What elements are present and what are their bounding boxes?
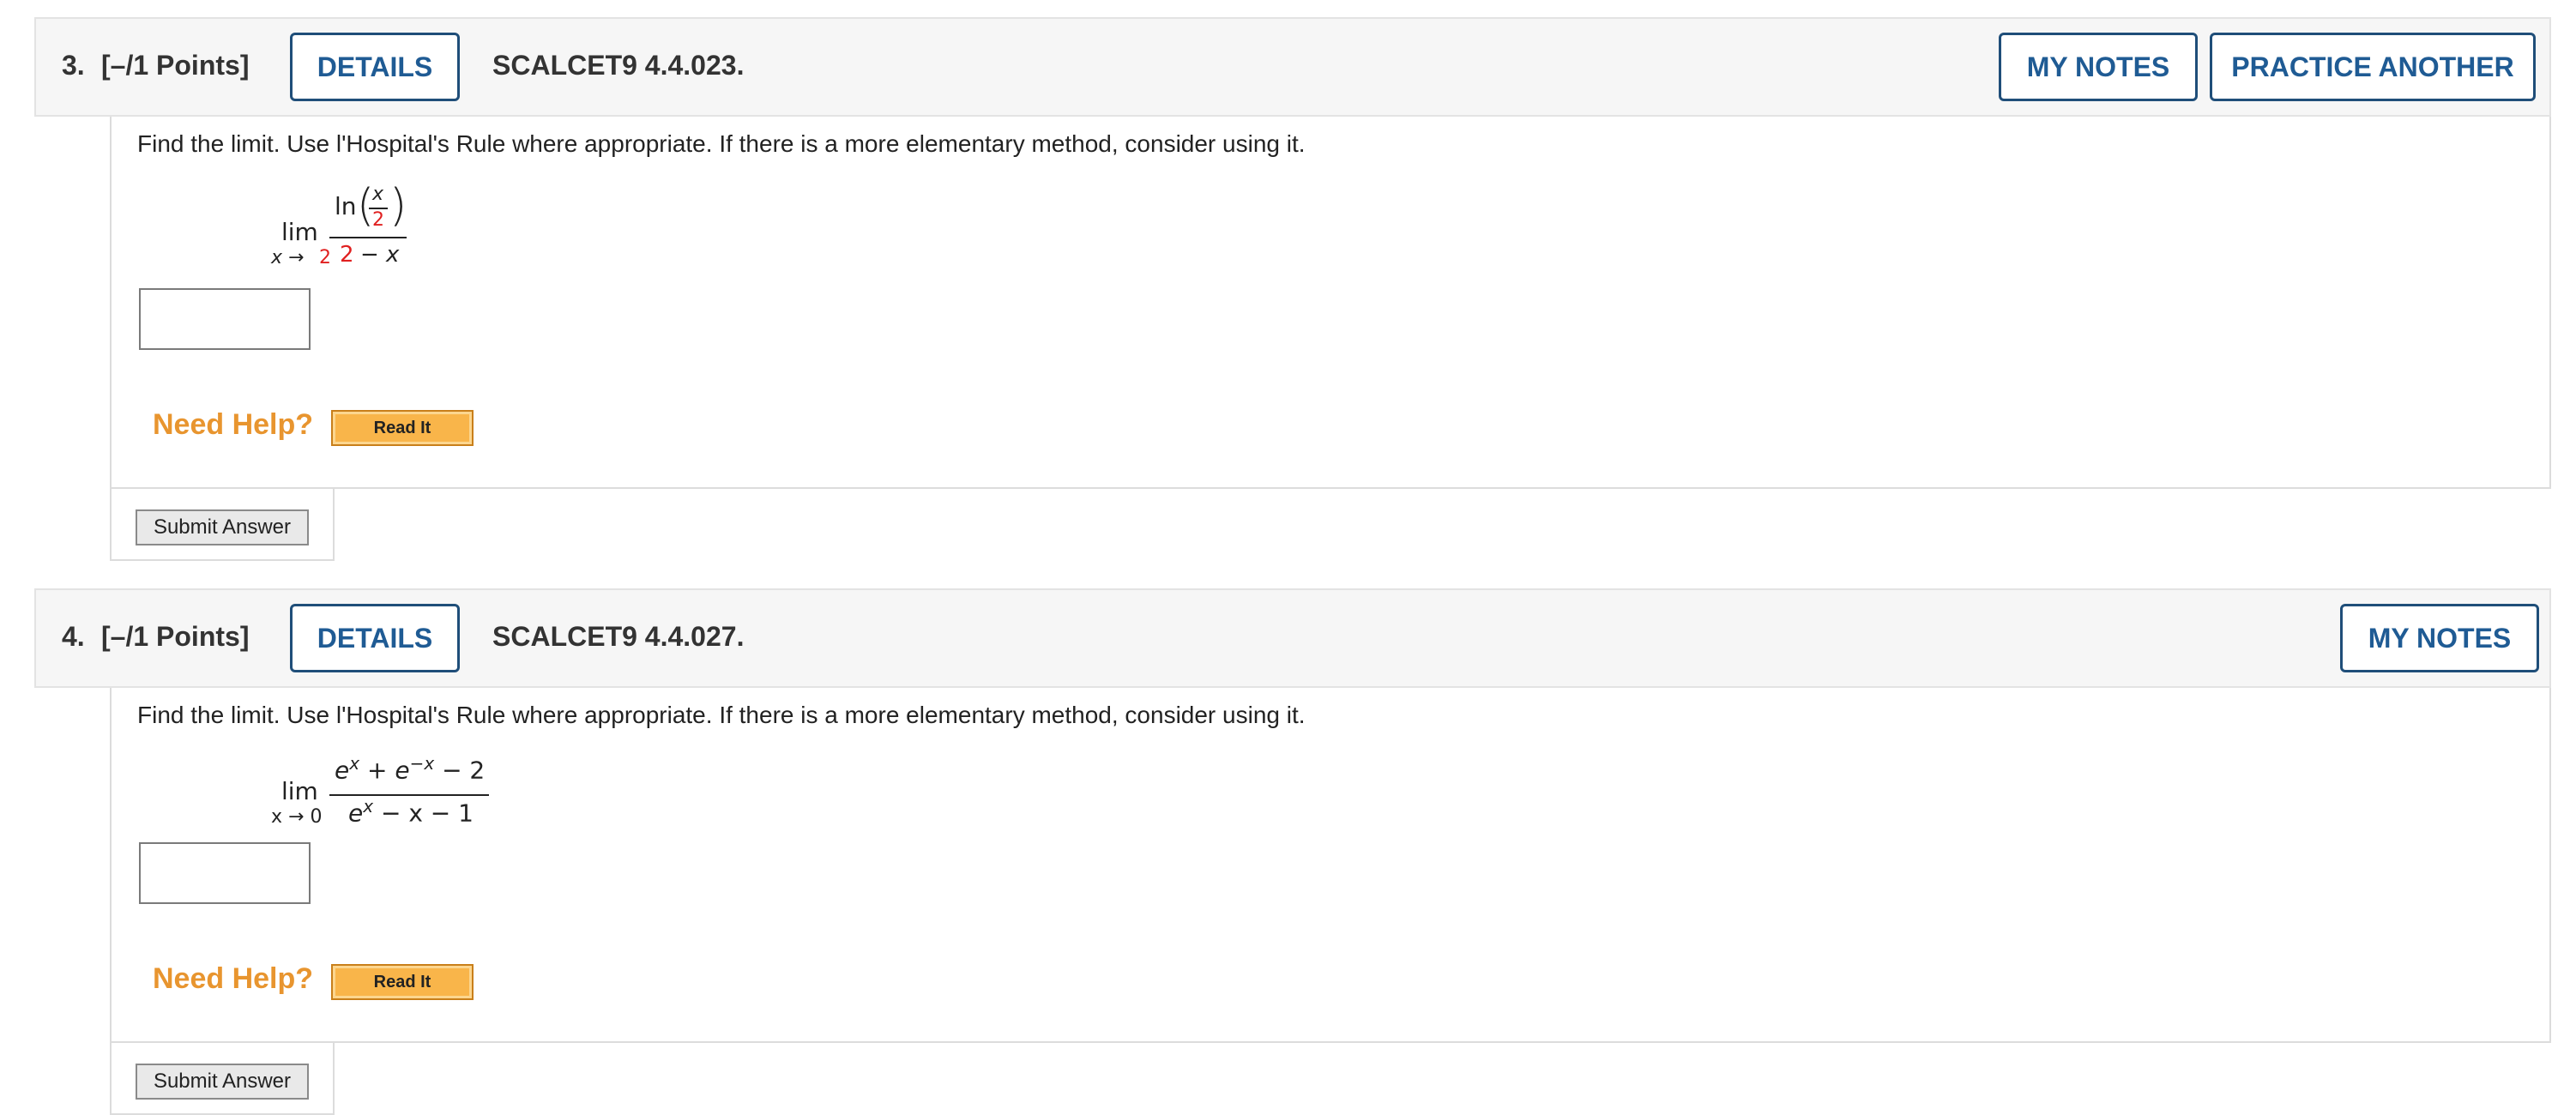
denominator-rest: − x xyxy=(360,242,400,268)
question-header: 4. [–/1 Points] DETAILS SCALCET9 4.4.027… xyxy=(34,588,2551,688)
my-notes-button[interactable]: MY NOTES xyxy=(1999,33,2198,101)
submit-answer-button[interactable]: Submit Answer xyxy=(136,1064,309,1100)
answer-input[interactable] xyxy=(139,842,311,904)
num-rest: − 2 xyxy=(434,756,486,785)
submit-area: Submit Answer xyxy=(110,489,335,561)
denominator: ex − x − 1 xyxy=(348,796,474,827)
question-header: 3. [–/1 Points] DETAILS SCALCET9 4.4.023… xyxy=(34,17,2551,117)
limit-expression: lim x → 2 ln ( x 2 ) 2 − x xyxy=(268,180,525,280)
answer-input[interactable] xyxy=(139,288,311,350)
numerator-fn: ln xyxy=(335,192,357,220)
submit-area: Submit Answer xyxy=(110,1043,335,1115)
need-help-label: Need Help? xyxy=(153,408,314,441)
question-body: Find the limit. Use l'Hospital's Rule wh… xyxy=(110,688,2551,1043)
lim-approach-var: x → xyxy=(271,247,305,268)
lim-approach-value: 2 xyxy=(319,247,331,268)
question-points: [–/1 Points] xyxy=(101,50,250,81)
right-paren: ) xyxy=(389,180,407,232)
den-e: e xyxy=(348,799,364,828)
question-points: [–/1 Points] xyxy=(101,621,250,652)
numerator: ex + e−x − 2 xyxy=(335,753,485,784)
lim-label: lim xyxy=(281,218,318,246)
den-exp: x xyxy=(363,796,374,817)
den-rest: − x − 1 xyxy=(373,799,474,828)
practice-another-button[interactable]: PRACTICE ANOTHER xyxy=(2210,33,2536,101)
read-it-button[interactable]: Read It xyxy=(331,410,474,446)
denominator-lead: 2 xyxy=(340,242,354,268)
inner-denominator: 2 xyxy=(372,209,384,231)
question-prompt: Find the limit. Use l'Hospital's Rule wh… xyxy=(137,130,1306,157)
num-plus: + e xyxy=(359,756,410,785)
submit-answer-button[interactable]: Submit Answer xyxy=(136,509,309,545)
fraction-bar xyxy=(329,237,407,238)
question-code: SCALCET9 4.4.027. xyxy=(492,621,745,652)
num-exp1: x xyxy=(349,753,360,774)
question-body: Find the limit. Use l'Hospital's Rule wh… xyxy=(110,117,2551,489)
num-e1: e xyxy=(335,756,350,785)
read-it-button[interactable]: Read It xyxy=(331,964,474,1000)
question-code: SCALCET9 4.4.023. xyxy=(492,50,745,81)
question-prompt: Find the limit. Use l'Hospital's Rule wh… xyxy=(137,702,1306,728)
lim-approach: x → 0 xyxy=(271,806,323,828)
details-button[interactable]: DETAILS xyxy=(290,33,460,101)
my-notes-button[interactable]: MY NOTES xyxy=(2340,604,2539,672)
inner-numerator: x xyxy=(372,184,384,205)
question-number: 3. xyxy=(62,50,85,81)
question-number: 4. xyxy=(62,621,85,652)
need-help-label: Need Help? xyxy=(153,962,314,995)
num-exp2: −x xyxy=(409,753,435,774)
limit-expression: lim x → 0 ex + e−x − 2 ex − x − 1 xyxy=(268,753,525,839)
lim-label: lim xyxy=(281,777,318,805)
details-button[interactable]: DETAILS xyxy=(290,604,460,672)
